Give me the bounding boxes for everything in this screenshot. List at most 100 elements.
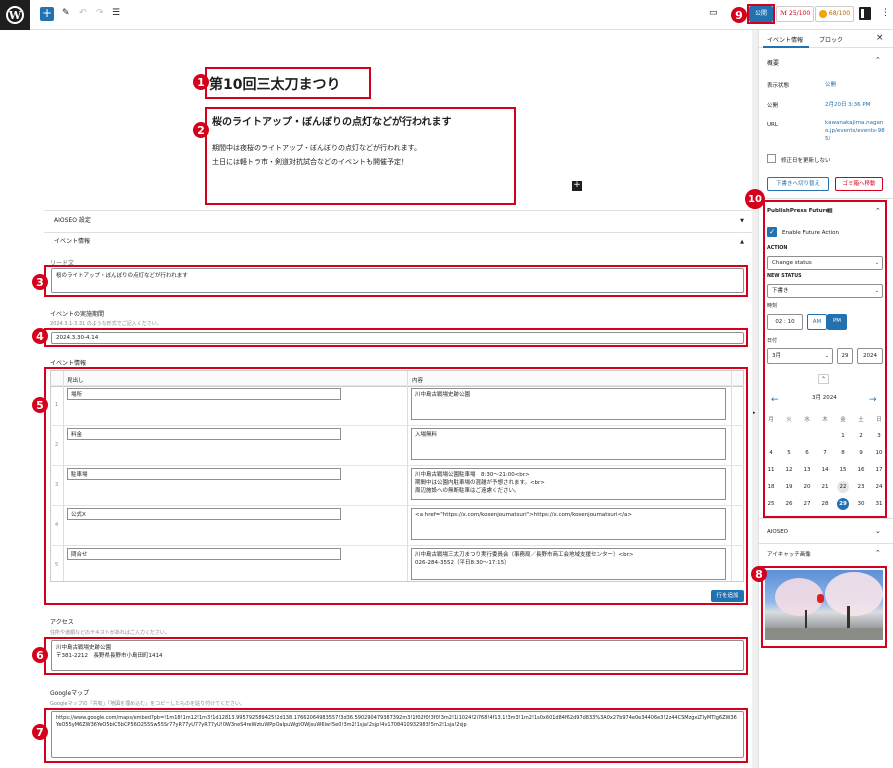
aioseo-panel-header[interactable]: AIOSEO: [767, 529, 788, 535]
calendar-day[interactable]: 1: [837, 430, 849, 442]
summary-chevron-icon[interactable]: ⌃: [875, 56, 881, 64]
collapse-arrow-icon[interactable]: ▸: [753, 410, 756, 416]
calendar-day[interactable]: 20: [801, 481, 813, 493]
calendar-day[interactable]: 10: [873, 447, 885, 459]
url-value[interactable]: kawanakajima.nagano.jp/events/events-985…: [825, 119, 885, 143]
pm-button[interactable]: PM: [827, 314, 847, 330]
row-heading-input[interactable]: 公式X: [67, 508, 341, 520]
access-input[interactable]: 川中島古戦場史跡公園 〒381-2212 長野県長野市小島田町1414: [51, 640, 744, 671]
publish-button[interactable]: 公開: [749, 6, 773, 22]
weekday-label: 水: [804, 417, 810, 423]
event-info-header[interactable]: イベント情報 ▲: [44, 232, 752, 250]
seo-score-badge[interactable]: ℳ 25/100: [776, 6, 815, 22]
list-view-icon[interactable]: ☰: [112, 8, 120, 18]
calendar-day[interactable]: 7: [819, 447, 831, 459]
day-input[interactable]: 29: [837, 348, 853, 364]
calendar-day[interactable]: 13: [801, 464, 813, 476]
row-heading-input[interactable]: 駐車場: [67, 468, 341, 480]
settings-sidebar-icon[interactable]: [859, 7, 871, 20]
tab-event-info[interactable]: イベント情報: [767, 35, 803, 44]
period-label: イベントの実施期間: [50, 311, 105, 318]
row-heading-input[interactable]: 料金: [67, 428, 341, 440]
featured-chevron-icon[interactable]: ⌃: [875, 549, 881, 557]
row-heading-input[interactable]: 問合せ: [67, 548, 341, 560]
row-content-input[interactable]: 川中島古戦場三太刀まつり実行委員会（事務局／長野市商工会地域支援センター）<br…: [411, 548, 726, 580]
row-content-input[interactable]: 入場無料: [411, 428, 726, 460]
calendar-day[interactable]: 27: [801, 498, 813, 510]
summary-header[interactable]: 概要: [767, 58, 779, 67]
featured-image[interactable]: [765, 570, 883, 640]
calendar-day[interactable]: 16: [855, 464, 867, 476]
new-status-select[interactable]: 下書き ⌄: [767, 284, 883, 298]
add-row-button[interactable]: 行を追加: [711, 590, 744, 602]
more-options-icon[interactable]: ⋮: [881, 8, 890, 18]
publish-date-value[interactable]: 2月20日 3:36 PM: [825, 101, 870, 109]
col-head-content: 内容: [412, 378, 424, 384]
calendar-day[interactable]: 22: [837, 481, 849, 493]
row-content-input[interactable]: 川中島古戦場公園駐車場 8:30〜21:00<br> 期間中は公園内駐車場の混雑…: [411, 468, 726, 500]
aioseo-settings-header[interactable]: AIOSEO 設定 ▼: [44, 210, 752, 232]
aioseo-chevron-icon[interactable]: ⌄: [875, 527, 881, 535]
calendar-day[interactable]: 26: [783, 498, 795, 510]
tab-block[interactable]: ブロック: [819, 35, 843, 44]
calendar-day[interactable]: 25: [765, 498, 777, 510]
calendar-day[interactable]: 15: [837, 464, 849, 476]
access-label: アクセス: [50, 619, 74, 626]
ppf-chevron-icon[interactable]: ⌃: [875, 207, 881, 215]
redo-icon[interactable]: ↷: [96, 8, 104, 18]
am-button[interactable]: AM: [807, 314, 827, 330]
row-heading-input[interactable]: 場所: [67, 388, 341, 400]
calendar-day[interactable]: 11: [765, 464, 777, 476]
calendar-day[interactable]: 5: [783, 447, 795, 459]
sticky-checkbox[interactable]: [767, 154, 776, 163]
undo-icon[interactable]: ↶: [79, 8, 87, 18]
calendar-day[interactable]: 28: [819, 498, 831, 510]
calendar-day[interactable]: 4: [765, 447, 777, 459]
wordpress-logo-icon[interactable]: W: [0, 0, 30, 30]
featured-image-header[interactable]: アイキャッチ画像: [767, 550, 811, 558]
calendar-day[interactable]: 24: [873, 481, 885, 493]
add-block-button[interactable]: +: [40, 7, 54, 21]
next-month-icon[interactable]: →: [869, 395, 877, 405]
ppf-title[interactable]: PublishPress Future: [767, 208, 829, 214]
move-to-trash-button[interactable]: ゴミ箱へ移動: [835, 177, 883, 191]
visibility-value[interactable]: 公開: [825, 81, 836, 89]
calendar-day[interactable]: 19: [783, 481, 795, 493]
map-input[interactable]: https://www.google.com/maps/embed?pb=!1m…: [51, 711, 744, 758]
block-inserter-button[interactable]: +: [572, 181, 582, 191]
switch-to-draft-button[interactable]: 下書きへ切り替え: [767, 177, 829, 191]
year-input[interactable]: 2024: [857, 348, 883, 364]
calendar-day[interactable]: 8: [837, 447, 849, 459]
calendar-day[interactable]: 12: [783, 464, 795, 476]
calendar-day[interactable]: 14: [819, 464, 831, 476]
edit-tool-icon[interactable]: ✎: [62, 8, 70, 18]
time-input[interactable]: 02 : 10: [767, 314, 803, 330]
post-subtitle[interactable]: 桜のライトアップ・ぼんぼりの点灯などが行われます: [212, 113, 452, 128]
prev-month-icon[interactable]: ←: [771, 395, 779, 405]
calendar-day[interactable]: 23: [855, 481, 867, 493]
row-content-input[interactable]: 川中島古戦場史跡公園: [411, 388, 726, 420]
calendar-day[interactable]: 17: [873, 464, 885, 476]
post-paragraph-1[interactable]: 期間中は夜桜のライトアップ・ぼんぼりの点灯などが行われます。: [212, 143, 421, 153]
score2-badge[interactable]: 68/100: [815, 6, 855, 22]
lead-input[interactable]: 桜のライトアップ・ぼんぼりの点灯などが行われます: [51, 268, 744, 293]
calendar-day[interactable]: 29: [837, 498, 849, 510]
calendar-up-icon[interactable]: ⌃: [818, 374, 829, 384]
period-input[interactable]: 2024.3.30-4.14: [51, 332, 744, 344]
preview-icon[interactable]: ▭: [709, 8, 718, 18]
row-content-input[interactable]: <a href="https://x.com/kosenjoumatsuri">…: [411, 508, 726, 540]
post-paragraph-2[interactable]: 土日には軽トラ市・剣道対抗試合などのイベントも開催予定！: [212, 157, 408, 167]
calendar-day[interactable]: 3: [873, 430, 885, 442]
calendar-day[interactable]: 21: [819, 481, 831, 493]
calendar-day[interactable]: 2: [855, 430, 867, 442]
close-icon[interactable]: ×: [876, 33, 884, 43]
calendar-day[interactable]: 18: [765, 481, 777, 493]
month-select[interactable]: 3月 ⌄: [767, 348, 833, 364]
calendar-day[interactable]: 31: [873, 498, 885, 510]
post-title[interactable]: 第10回三太刀まつり: [209, 74, 340, 94]
enable-future-checkbox[interactable]: ✓: [767, 227, 777, 237]
calendar-day[interactable]: 30: [855, 498, 867, 510]
calendar-day[interactable]: 9: [855, 447, 867, 459]
action-select[interactable]: Change status ⌄: [767, 256, 883, 270]
calendar-day[interactable]: 6: [801, 447, 813, 459]
